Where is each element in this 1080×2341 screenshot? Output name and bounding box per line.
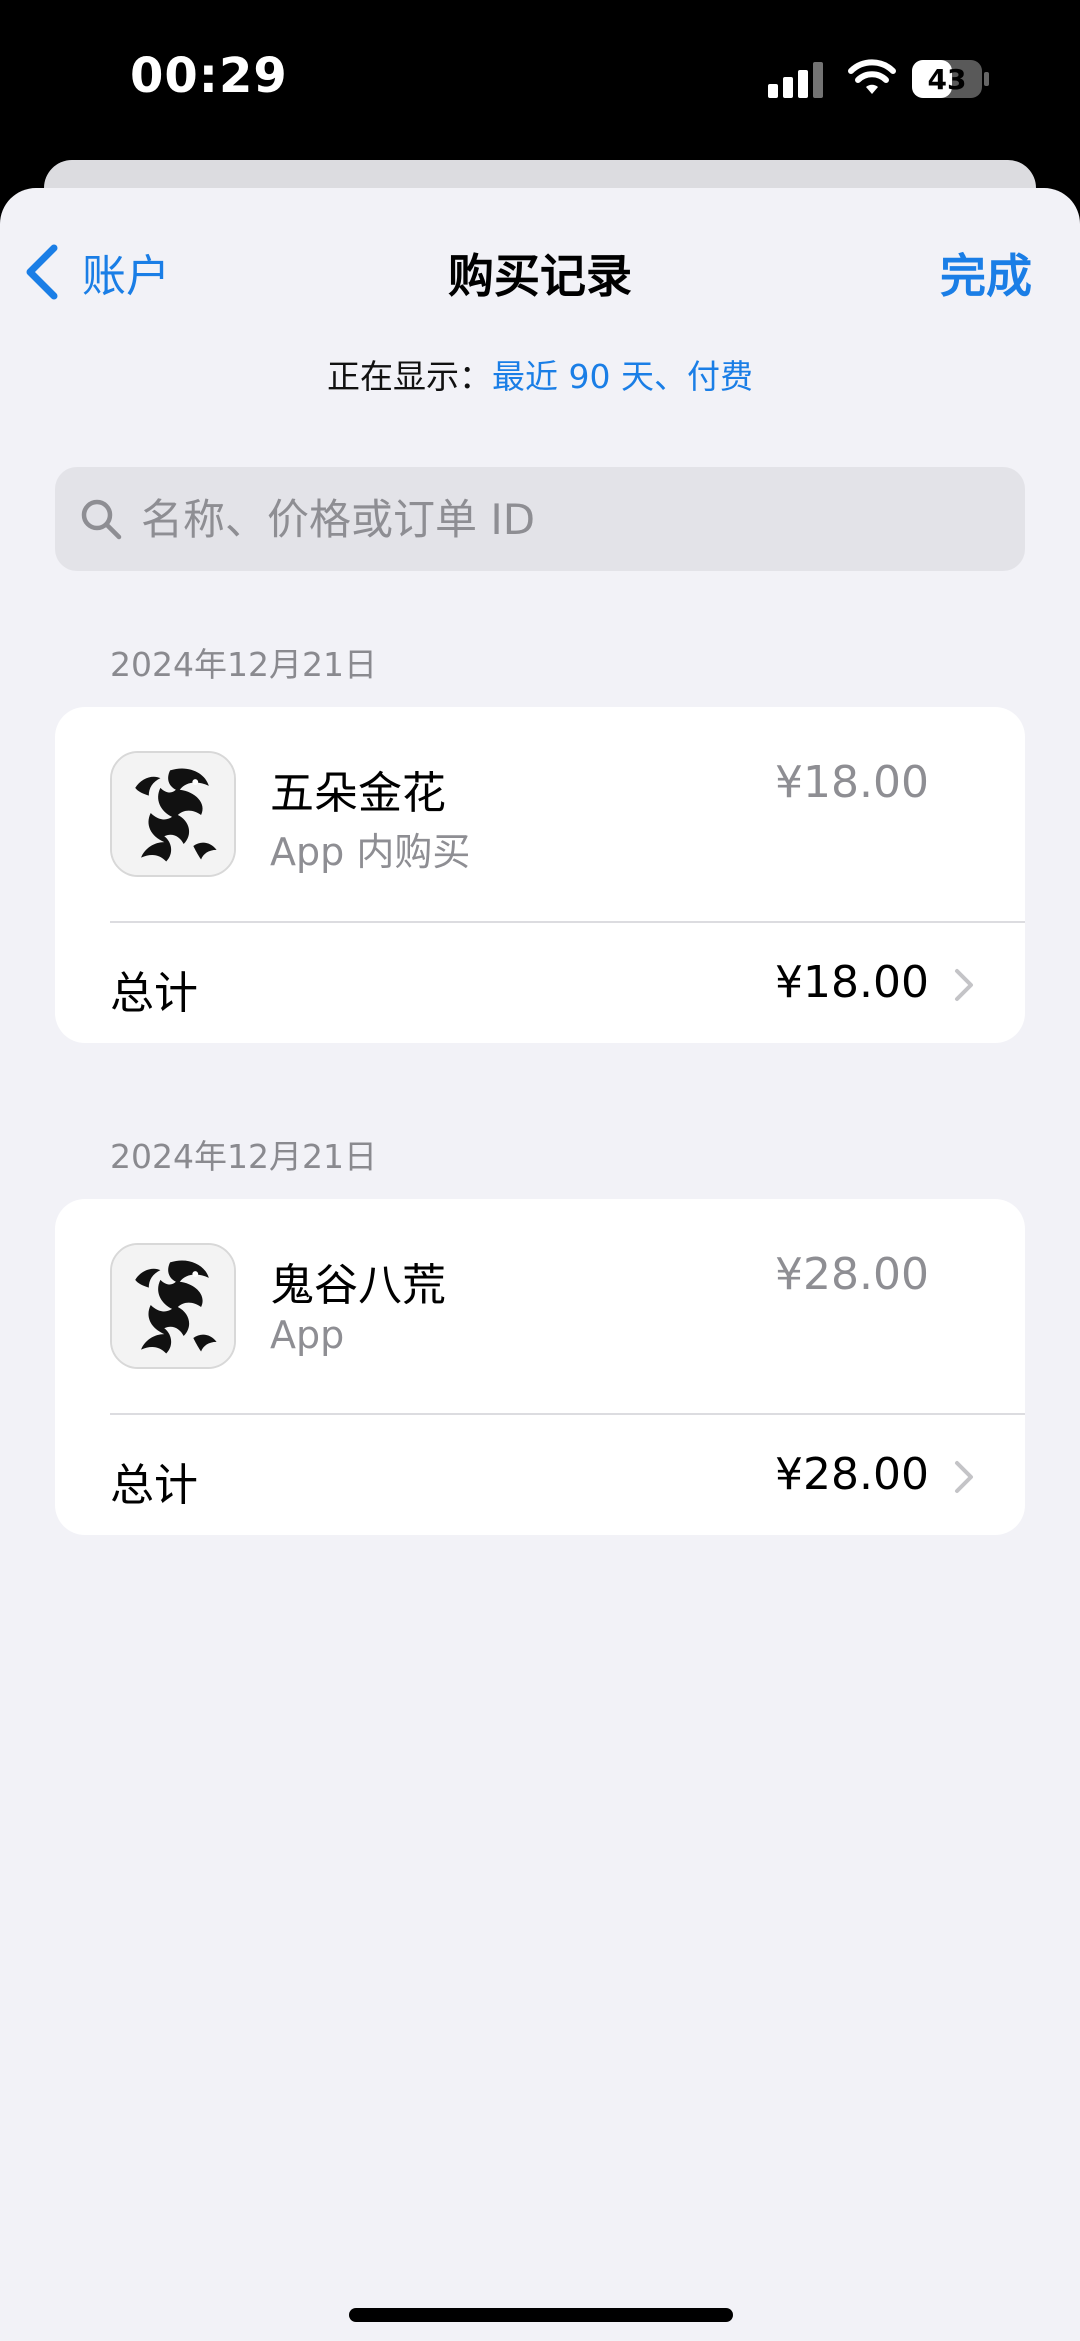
purchase-card: 五朵金花 App 内购买 ¥18.00 总计 ¥18.00 xyxy=(55,707,1025,1043)
filter-row: 正在显示：最近 90 天、付费 xyxy=(0,350,1080,398)
done-button[interactable]: 完成 xyxy=(940,240,1032,306)
wifi-icon xyxy=(848,59,896,94)
search-input[interactable] xyxy=(141,494,1001,544)
total-row[interactable]: 总计 ¥18.00 xyxy=(55,923,1025,1043)
total-label: 总计 xyxy=(110,1460,198,1511)
item-price: ¥18.00 xyxy=(775,757,929,808)
item-name: 鬼谷八荒 xyxy=(270,1260,446,1311)
purchase-date-header: 2024年12月21日 xyxy=(110,645,377,684)
page-title: 购买记录 xyxy=(448,249,632,303)
filter-value-link[interactable]: 最近 90 天、付费 xyxy=(492,357,753,396)
chevron-right-icon xyxy=(955,1461,973,1493)
dragon-app-icon xyxy=(110,751,236,877)
total-value: ¥28.00 xyxy=(775,1449,929,1500)
status-time: 00:29 xyxy=(130,48,288,104)
total-row[interactable]: 总计 ¥28.00 xyxy=(55,1415,1025,1535)
search-icon xyxy=(81,499,122,540)
signal-icon xyxy=(768,62,823,98)
home-indicator[interactable] xyxy=(349,2308,733,2322)
battery-icon: 43 xyxy=(912,60,989,98)
navigation-bar: 账户 购买记录 完成 xyxy=(0,188,1080,338)
item-type: App xyxy=(270,1313,345,1357)
purchase-date-header: 2024年12月21日 xyxy=(110,1137,377,1176)
search-bar[interactable] xyxy=(55,467,1025,571)
filter-prefix: 正在显示： xyxy=(327,357,492,396)
purchase-history-sheet: 账户 购买记录 完成 正在显示：最近 90 天、付费 2024年12月21日 五… xyxy=(0,188,1080,2341)
chevron-right-icon xyxy=(955,969,973,1001)
dragon-app-icon xyxy=(110,1243,236,1369)
total-label: 总计 xyxy=(110,968,198,1019)
purchase-card: 鬼谷八荒 App ¥28.00 总计 ¥28.00 xyxy=(55,1199,1025,1535)
item-name: 五朵金花 xyxy=(270,768,446,819)
item-price: ¥28.00 xyxy=(775,1249,929,1300)
battery-level: 43 xyxy=(928,63,967,96)
status-bar: 00:29 43 xyxy=(0,0,1080,160)
total-value: ¥18.00 xyxy=(775,957,929,1008)
item-type: App 内购买 xyxy=(270,830,471,874)
